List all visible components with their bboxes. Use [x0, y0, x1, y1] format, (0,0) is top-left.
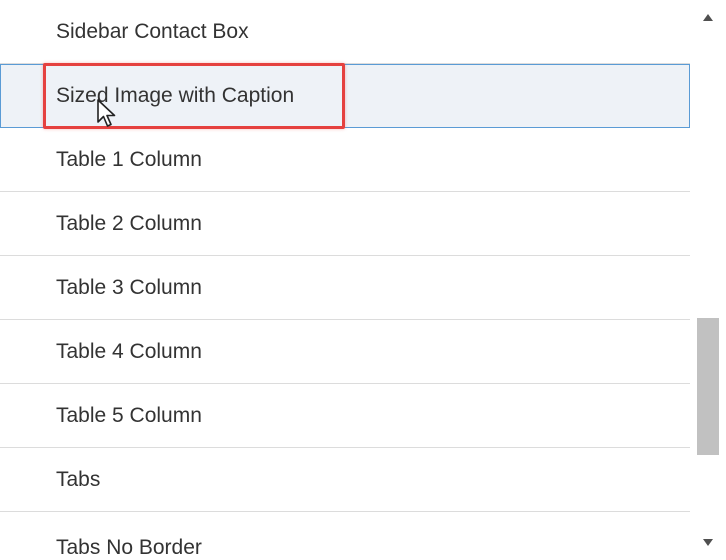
- list-item-label: Tabs No Border: [56, 536, 202, 559]
- list-item-label: Table 5 Column: [56, 404, 202, 427]
- list-item-tabs-no-border[interactable]: Tabs No Border: [0, 512, 690, 560]
- list-item-label: Sized Image with Caption: [56, 84, 295, 107]
- list-item-sidebar-contact-box[interactable]: Sidebar Contact Box: [0, 0, 690, 64]
- scroll-down-button[interactable]: [690, 526, 726, 560]
- list-item-table-3-column[interactable]: Table 3 Column: [0, 256, 690, 320]
- list-item-table-5-column[interactable]: Table 5 Column: [0, 384, 690, 448]
- triangle-up-icon: [703, 14, 713, 21]
- list-item-label: Table 2 Column: [56, 212, 202, 235]
- triangle-down-icon: [703, 539, 713, 546]
- list-item-table-2-column[interactable]: Table 2 Column: [0, 192, 690, 256]
- template-list-panel: Sidebar Contact Box Sized Image with Cap…: [0, 0, 726, 560]
- list-item-table-1-column[interactable]: Table 1 Column: [0, 128, 690, 192]
- list-item-label: Table 3 Column: [56, 276, 202, 299]
- list-item-label: Tabs: [56, 468, 101, 491]
- list-item-label: Table 4 Column: [56, 340, 202, 363]
- scroll-thumb[interactable]: [697, 318, 719, 455]
- list-item-label: Sidebar Contact Box: [56, 20, 249, 43]
- template-list: Sidebar Contact Box Sized Image with Cap…: [0, 0, 690, 560]
- vertical-scrollbar[interactable]: [690, 0, 726, 560]
- scroll-up-button[interactable]: [690, 0, 726, 34]
- list-item-label: Table 1 Column: [56, 148, 202, 171]
- list-item-table-4-column[interactable]: Table 4 Column: [0, 320, 690, 384]
- list-item-tabs[interactable]: Tabs: [0, 448, 690, 512]
- list-item-sized-image-with-caption[interactable]: Sized Image with Caption: [0, 64, 690, 128]
